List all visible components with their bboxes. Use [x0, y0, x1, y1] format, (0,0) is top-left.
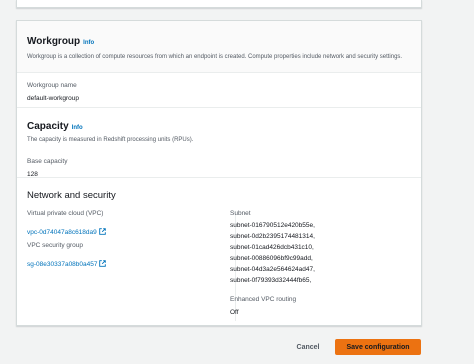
- capacity-description: The capacity is measured in Redshift pro…: [27, 137, 194, 143]
- workgroup-header: Workgroup Info Workgroup is a collection …: [17, 21, 421, 73]
- subnet-item: subnet-00886096bf9c99add,: [230, 255, 313, 262]
- vpc-link-row[interactable]: vpc-0d74047a8c618da9: [27, 221, 106, 239]
- subnet-item: subnet-04d3a2e564624ad47,: [230, 266, 315, 273]
- security-group-link[interactable]: sg-08e30337a08b0a457: [27, 261, 97, 268]
- workgroup-title: Workgroup: [27, 36, 81, 47]
- workgroup-name-label: Workgroup name: [27, 82, 77, 89]
- security-group-field: VPC security group sg-08e30337a08b0a457: [27, 241, 107, 271]
- capacity-title: Capacity: [27, 121, 69, 132]
- save-configuration-button[interactable]: Save configuration: [335, 339, 421, 355]
- base-capacity-label: Base capacity: [27, 158, 68, 165]
- external-link-icon: [99, 260, 107, 267]
- cancel-button[interactable]: Cancel: [290, 339, 326, 355]
- security-group-link-row[interactable]: sg-08e30337a08b0a457: [27, 253, 107, 271]
- external-link-icon: [99, 228, 106, 235]
- subnet-label: Subnet: [230, 210, 251, 217]
- capacity-info-link[interactable]: Info: [72, 125, 83, 131]
- enhanced-vpc-routing-value: Off: [230, 309, 239, 316]
- divider: [17, 177, 421, 178]
- workgroup-panel: Workgroup Info Workgroup is a collection …: [16, 20, 422, 326]
- previous-panel: [16, 0, 422, 8]
- network-section-title: Network and security: [27, 185, 116, 203]
- workgroup-description: Workgroup is a collection of compute res…: [27, 54, 403, 60]
- subnet-list: subnet-016790512e420b55e, subnet-0d2b239…: [230, 220, 315, 286]
- vpc-field: Virtual private cloud (VPC) vpc-0d74047a…: [27, 209, 106, 239]
- workgroup-name-field: Workgroup name default-workgroup: [27, 81, 79, 103]
- network-title: Network and security: [27, 190, 116, 201]
- security-group-label: VPC security group: [27, 242, 83, 249]
- workgroup-info-link[interactable]: Info: [83, 40, 94, 46]
- enhanced-vpc-routing-label: Enhanced VPC routing: [230, 296, 297, 303]
- vpc-label: Virtual private cloud (VPC): [27, 210, 104, 217]
- subnet-item: subnet-0d2b2395174481314,: [230, 233, 315, 240]
- divider: [17, 107, 421, 108]
- workgroup-title-row: Workgroup Info: [27, 31, 411, 49]
- subnet-item: subnet-0f79393d32444fb65,: [230, 277, 312, 284]
- vpc-link[interactable]: vpc-0d74047a8c618da9: [27, 229, 97, 236]
- subnet-item: subnet-01cad426dcb431c10,: [230, 244, 314, 251]
- subnet-field: Subnet subnet-016790512e420b55e, subnet-…: [230, 209, 315, 317]
- capacity-section: Capacity Info The capacity is measured in…: [27, 116, 193, 179]
- workgroup-name-value: default-workgroup: [27, 95, 80, 102]
- subnet-item: subnet-016790512e420b55e,: [230, 222, 315, 229]
